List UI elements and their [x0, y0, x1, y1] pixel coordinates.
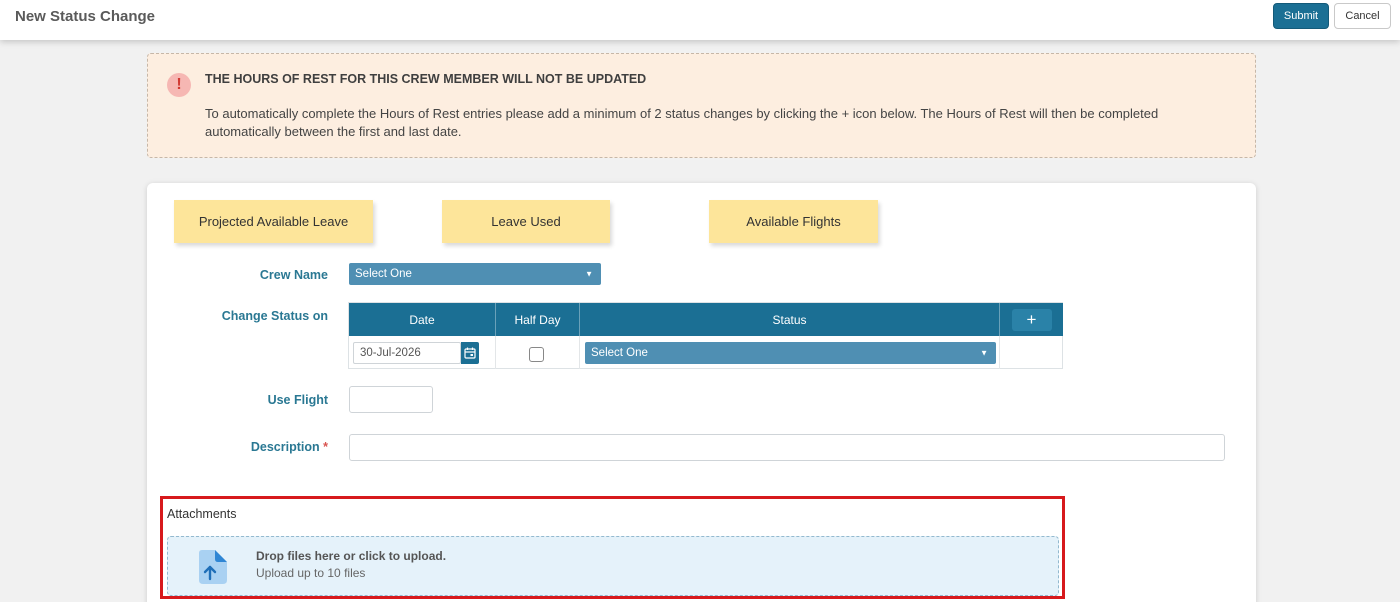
projected-available-leave-card: Projected Available Leave	[174, 200, 373, 243]
hours-of-rest-alert: ! THE HOURS OF REST FOR THIS CREW MEMBER…	[147, 53, 1256, 158]
dropzone-sub-text: Upload up to 10 files	[256, 566, 366, 580]
status-cell: Select One ▼	[580, 336, 1000, 369]
cancel-button[interactable]: Cancel	[1334, 3, 1391, 29]
file-dropzone[interactable]: Drop files here or click to upload. Uplo…	[167, 536, 1059, 596]
crew-name-select[interactable]: Select One ▼	[349, 263, 601, 285]
top-bar: New Status Change Submit Cancel	[0, 0, 1400, 40]
chevron-down-icon: ▼	[980, 348, 988, 358]
dropzone-main-text: Drop files here or click to upload.	[256, 549, 447, 563]
date-cell: 30-Jul-2026	[349, 336, 496, 369]
description-label: Description *	[207, 440, 328, 454]
submit-button[interactable]: Submit	[1273, 3, 1329, 29]
grid-header: Date Half Day Status +	[349, 303, 1063, 336]
half-day-checkbox[interactable]	[529, 347, 544, 362]
status-change-grid: Date Half Day Status + 30-Jul-2026 Selec…	[348, 302, 1063, 369]
exclamation-icon: !	[167, 73, 191, 97]
upload-file-icon	[199, 550, 227, 584]
empty-cell	[1000, 336, 1063, 369]
use-flight-label: Use Flight	[267, 393, 328, 407]
alert-title: THE HOURS OF REST FOR THIS CREW MEMBER W…	[205, 72, 647, 86]
crew-name-value: Select One	[355, 268, 412, 280]
alert-text: To automatically complete the Hours of R…	[205, 106, 1159, 139]
chevron-down-icon: ▼	[585, 269, 593, 279]
page-title: New Status Change	[15, 8, 156, 25]
add-column-header: +	[1000, 303, 1063, 336]
date-input[interactable]: 30-Jul-2026	[353, 342, 461, 364]
description-label-text: Description	[250, 440, 320, 454]
status-select[interactable]: Select One ▼	[585, 342, 996, 364]
attachments-section: Attachments Drop files here or click to …	[160, 496, 1065, 599]
status-column-header: Status	[580, 303, 1000, 336]
calendar-icon[interactable]	[461, 342, 479, 364]
half-day-column-header: Half Day	[496, 303, 580, 336]
leave-used-card: Leave Used	[442, 200, 610, 243]
change-status-label: Change Status on	[221, 309, 328, 323]
available-flights-card: Available Flights	[709, 200, 878, 243]
crew-name-label: Crew Name	[259, 268, 328, 282]
attachments-title: Attachments	[167, 507, 237, 521]
date-column-header: Date	[349, 303, 496, 336]
half-day-cell	[496, 336, 580, 369]
required-marker: *	[323, 440, 328, 454]
use-flight-input[interactable]	[349, 386, 433, 413]
add-status-button[interactable]: +	[1011, 308, 1052, 331]
description-input[interactable]	[349, 434, 1225, 461]
table-row: 30-Jul-2026 Select One ▼	[349, 336, 1063, 370]
status-select-value: Select One	[591, 347, 648, 359]
